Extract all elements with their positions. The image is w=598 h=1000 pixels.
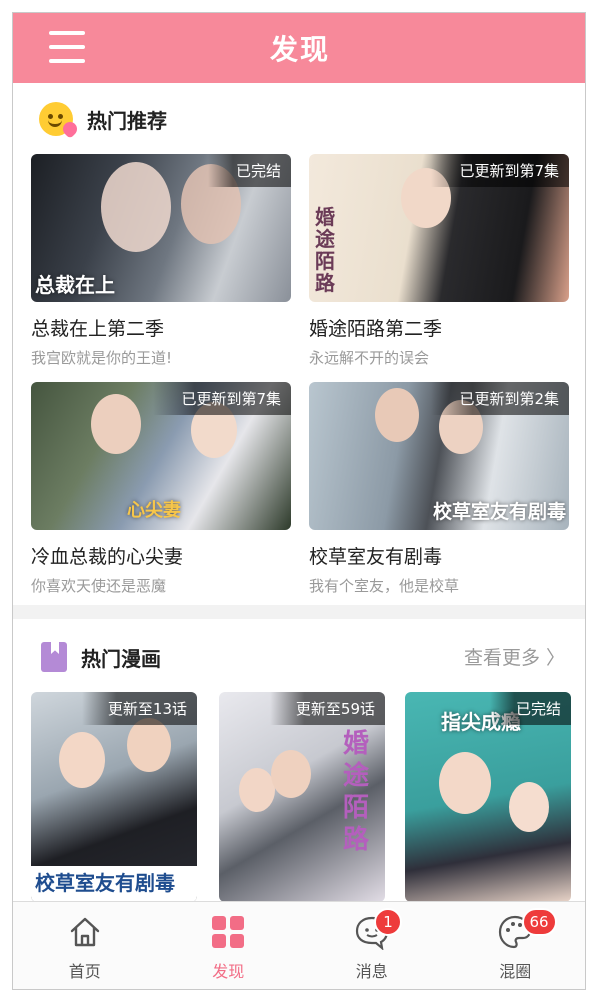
- tab-discover[interactable]: 发现: [157, 902, 301, 989]
- status-badge: 已更新到第7集: [431, 154, 569, 187]
- cover-art-text: 校草室友有剧毒: [433, 501, 567, 523]
- app-screen: 发现 热门推荐 总裁在上 已完结 总裁在上第二季 我宫欧就是你的王道! 婚途陌路…: [12, 12, 586, 990]
- smile-heart-icon: [39, 102, 80, 139]
- drama-subtitle: 我宫欧就是你的王道!: [31, 349, 173, 367]
- status-badge: 更新至13话: [81, 692, 197, 725]
- grid-icon: [210, 914, 246, 950]
- drama-thumbnail[interactable]: 婚途陌路 已更新到第7集: [309, 154, 569, 302]
- tab-label: 消息: [355, 962, 388, 981]
- comic-card-3[interactable]: 指尖成瘾 已完结: [405, 692, 571, 902]
- top-bar: 发现: [13, 13, 585, 83]
- drama-thumbnail[interactable]: 总裁在上 已完结: [31, 154, 291, 302]
- bottom-tab-bar: 首页 发现 1 消息 66 混圈: [13, 901, 586, 989]
- drama-title[interactable]: 冷血总裁的心尖妻: [31, 542, 291, 569]
- hot-recommend-header: 热门推荐: [13, 91, 585, 147]
- drama-title[interactable]: 婚途陌路第二季: [309, 314, 569, 341]
- cover-art-text: 心尖妻: [127, 500, 181, 521]
- section-divider: [13, 605, 585, 619]
- cover-art-text: 婚途陌路: [315, 205, 335, 295]
- drama-title[interactable]: 总裁在上第二季: [31, 314, 291, 341]
- drama-card-2[interactable]: 婚途陌路 已更新到第7集 婚途陌路第二季 永远解不开的误会: [309, 154, 569, 368]
- cover-art-text: 婚途陌路: [343, 729, 370, 855]
- tab-messages[interactable]: 1 消息: [300, 902, 444, 989]
- menu-icon[interactable]: [49, 31, 85, 63]
- status-badge: 已更新到第7集: [153, 382, 291, 415]
- drama-subtitle: 我有个室友，他是校草: [309, 577, 460, 595]
- drama-card-1[interactable]: 总裁在上 已完结 总裁在上第二季 我宫欧就是你的王道!: [31, 154, 291, 368]
- drama-title[interactable]: 校草室友有剧毒: [309, 542, 569, 569]
- hot-recommend-title: 热门推荐: [87, 108, 167, 133]
- hot-comics-header: 热门漫画 查看更多 〉: [13, 629, 585, 685]
- see-more-link[interactable]: 查看更多 〉: [464, 643, 565, 670]
- comic-card-2[interactable]: 婚途陌路 更新至59话: [219, 692, 385, 902]
- tab-label: 混圈: [499, 962, 532, 981]
- tab-circle[interactable]: 66 混圈: [444, 902, 586, 989]
- drama-thumbnail[interactable]: 心尖妻 已更新到第7集: [31, 382, 291, 530]
- circle-count-badge: 66: [521, 908, 557, 936]
- status-badge: 更新至59话: [269, 692, 385, 725]
- tab-home[interactable]: 首页: [13, 902, 157, 989]
- hot-comics-title: 热门漫画: [81, 646, 161, 671]
- drama-subtitle: 永远解不开的误会: [309, 349, 430, 367]
- tab-label: 发现: [212, 962, 245, 981]
- tab-label: 首页: [68, 962, 101, 981]
- book-icon: [41, 642, 67, 672]
- message-count-badge: 1: [374, 908, 402, 936]
- drama-subtitle: 你喜欢天使还是恶魔: [31, 577, 167, 595]
- drama-card-4[interactable]: 校草室友有剧毒 已更新到第2集 校草室友有剧毒 我有个室友，他是校草: [309, 382, 569, 596]
- status-badge: 已更新到第2集: [431, 382, 569, 415]
- drama-thumbnail[interactable]: 校草室友有剧毒 已更新到第2集: [309, 382, 569, 530]
- drama-card-3[interactable]: 心尖妻 已更新到第7集 冷血总裁的心尖妻 你喜欢天使还是恶魔: [31, 382, 291, 596]
- comic-card-1[interactable]: 校草室友有剧毒 更新至13话: [31, 692, 197, 902]
- cover-art-text: 总裁在上: [35, 273, 115, 297]
- page-title: 发现: [269, 33, 330, 66]
- home-icon: [67, 914, 103, 950]
- cover-art-text: 校草室友有剧毒: [35, 871, 175, 895]
- status-badge: 已完结: [207, 154, 291, 187]
- status-badge: 已完结: [489, 692, 571, 725]
